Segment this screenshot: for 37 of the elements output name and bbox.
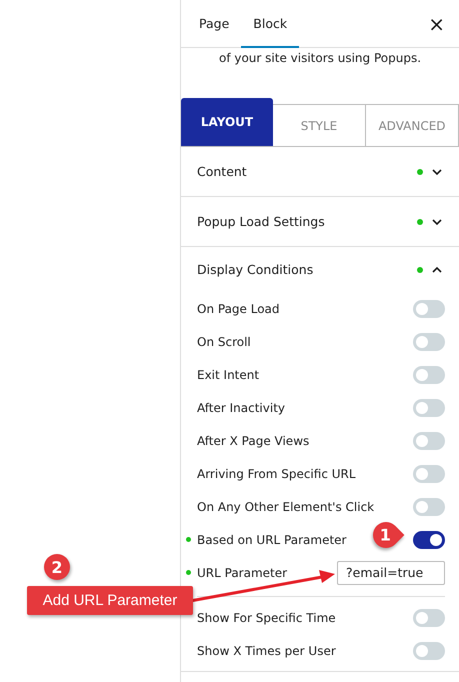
settings-tab[interactable]: STYLE	[273, 104, 366, 146]
condition-label: On Any Other Element's Click	[197, 500, 374, 514]
intro-text: of your site visitors using Popups.	[218, 51, 422, 65]
condition-label: URL Parameter	[197, 566, 288, 580]
toggle-switch[interactable]	[413, 432, 445, 450]
toggle-switch[interactable]	[413, 498, 445, 516]
settings-tab[interactable]: ADVANCED	[366, 104, 459, 146]
condition-label: After Inactivity	[197, 400, 286, 414]
panel-tab[interactable]: Page	[187, 0, 242, 48]
section-title[interactable]: Display Conditions	[197, 262, 417, 277]
toggle-switch[interactable]	[413, 366, 445, 384]
condition-label: On Scroll	[197, 334, 251, 348]
condition-label: Arriving From Specific URL	[197, 466, 356, 480]
condition-label: After X Page Views	[197, 434, 310, 448]
toggle-switch[interactable]	[413, 530, 445, 548]
condition-label: Based on URL Parameter	[197, 532, 346, 546]
section-title[interactable]: Content	[197, 164, 417, 179]
toggle-switch[interactable]	[413, 642, 445, 660]
status-dot	[417, 266, 423, 272]
toggle-switch[interactable]	[413, 332, 445, 350]
section-title[interactable]: Popup Load Settings	[197, 214, 417, 229]
panel-tab[interactable]: Block	[241, 0, 300, 48]
condition-label: Show X Times per User	[197, 644, 336, 658]
toggle-switch[interactable]	[413, 608, 445, 626]
step-badge: 2	[44, 554, 70, 580]
settings-tab[interactable]: LAYOUT	[181, 98, 273, 146]
toggle-switch[interactable]	[413, 464, 445, 482]
close-button[interactable]: ×	[428, 12, 445, 36]
toggle-switch[interactable]	[413, 300, 445, 318]
toggle-switch[interactable]	[413, 398, 445, 416]
condition-label: Show For Specific Time	[197, 610, 336, 624]
status-dot	[417, 218, 423, 224]
url-parameter-field[interactable]: ?email=true	[337, 560, 445, 584]
status-dot	[417, 168, 423, 174]
condition-label: On Page Load	[197, 302, 280, 316]
callout-label: Add URL Parameter	[27, 586, 193, 615]
condition-label: Exit Intent	[197, 368, 260, 382]
